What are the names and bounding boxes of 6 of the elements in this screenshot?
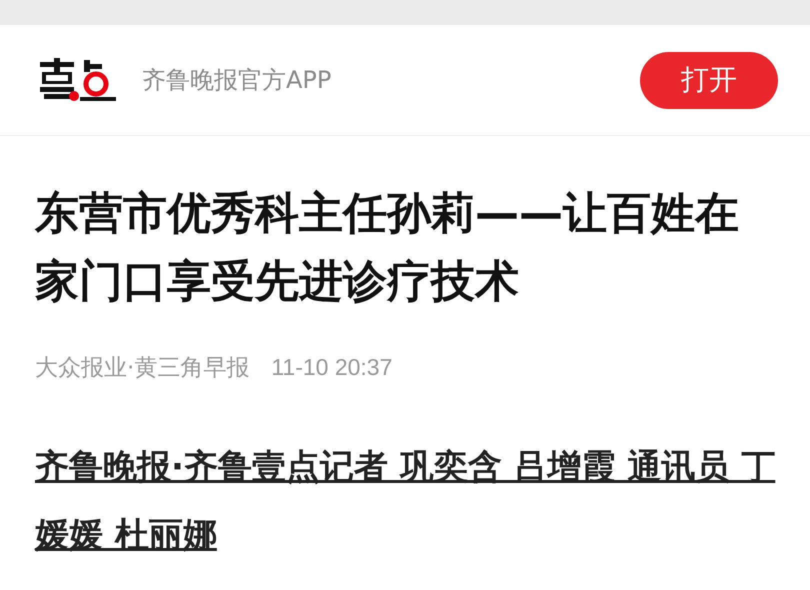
logo-icon — [38, 58, 116, 102]
open-app-button[interactable]: 打开 — [640, 52, 778, 108]
article-source: 大众报业·黄三角早报 — [35, 354, 250, 383]
publish-time: 11-10 20:37 — [271, 354, 392, 381]
article-title: 东营市优秀科主任孙莉——让百姓在家门口享受先进诊疗技术 — [35, 187, 740, 309]
app-name: 齐鲁晚报官方APP — [142, 65, 332, 96]
